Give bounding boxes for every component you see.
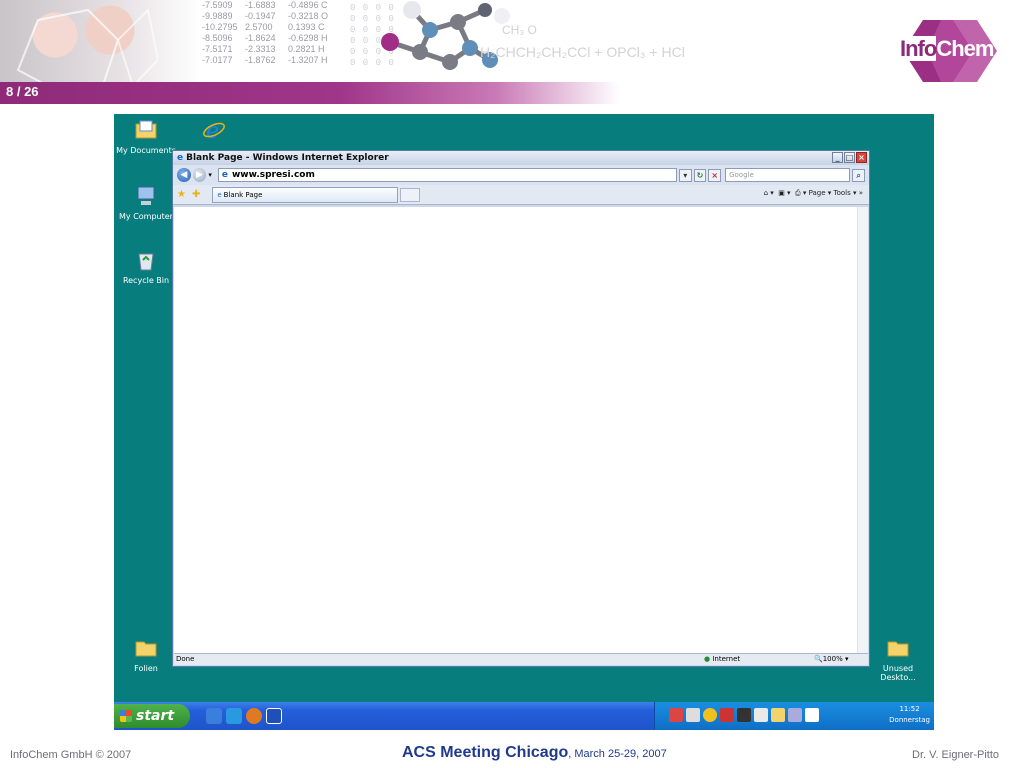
folder-documents-icon xyxy=(134,118,158,142)
history-dropdown-icon[interactable]: ▾ xyxy=(208,171,212,179)
desktop-icon-folien[interactable]: Folien xyxy=(114,636,178,673)
command-bar[interactable]: ⌂ ▾ ▣ ▾ ⎙ ▾ Page ▾ Tools ▾ » xyxy=(764,189,863,198)
address-dropdown-button[interactable]: ▾ xyxy=(678,168,692,182)
footer-event: ACS Meeting Chicago, March 25-29, 2007 xyxy=(402,744,667,761)
network-icon[interactable] xyxy=(669,708,683,722)
search-icon[interactable]: ⌕ xyxy=(852,168,865,182)
status-text: Done xyxy=(176,655,195,663)
status-bar: Done ● Internet 🔍100% ▾ xyxy=(174,653,868,665)
word-icon[interactable] xyxy=(266,708,282,724)
security-zone: ● Internet xyxy=(704,655,741,663)
maximize-button[interactable]: □ xyxy=(844,152,855,163)
speaker-icon[interactable] xyxy=(686,708,700,722)
quick-launch xyxy=(206,708,282,724)
taskbar: start 11:52 Donnerstag xyxy=(114,702,934,730)
close-button[interactable]: × xyxy=(856,152,867,163)
desktop-icon-my-documents[interactable]: My Documents xyxy=(114,118,178,155)
desktop-icon-my-computer[interactable]: My Computer xyxy=(114,184,178,221)
internet-explorer-icon: e xyxy=(202,118,226,144)
firefox-icon[interactable] xyxy=(246,708,262,724)
search-input[interactable]: Google xyxy=(725,168,851,182)
svg-text:e: e xyxy=(206,119,219,142)
title-bar[interactable]: e Blank Page - Windows Internet Explorer… xyxy=(173,151,869,165)
start-button[interactable]: start xyxy=(114,704,190,728)
system-tray: 11:52 Donnerstag xyxy=(654,702,934,730)
page-number: 8 / 26 xyxy=(6,84,39,99)
chemical-formula: CH₃ O H₂CHCH₂CH₂CCl + OPCl₃ + HCl xyxy=(480,23,685,60)
logo-text: InfoChem xyxy=(900,36,994,61)
monitor-icon[interactable] xyxy=(737,708,751,722)
hexagon-outline-graphic xyxy=(16,7,158,86)
zoom-level[interactable]: 🔍100% ▾ xyxy=(814,655,848,663)
ie-title-icon: e xyxy=(177,153,184,163)
footer-copyright: InfoChem GmbH © 2007 xyxy=(10,749,132,761)
back-button[interactable]: ◀ xyxy=(177,168,191,182)
page-icon: e xyxy=(221,170,228,180)
vertical-scrollbar[interactable] xyxy=(857,207,868,654)
show-desktop-icon[interactable] xyxy=(206,708,222,724)
internet-explorer-icon[interactable] xyxy=(226,708,242,724)
ie-window: e Blank Page - Windows Internet Explorer… xyxy=(172,150,870,667)
recycle-bin-icon xyxy=(134,248,158,272)
favorites-star-icon[interactable]: ★ xyxy=(177,189,186,200)
tab-page-icon: e xyxy=(217,190,222,199)
refresh-button[interactable]: ↻ xyxy=(693,168,707,182)
pen-icon[interactable] xyxy=(771,708,785,722)
signal-icon[interactable] xyxy=(805,708,819,722)
minimize-button[interactable]: _ xyxy=(832,152,843,163)
security-icon[interactable] xyxy=(703,708,717,722)
stop-button[interactable]: × xyxy=(708,168,722,182)
navigation-bar: ◀ ▶ ▾ e www.spresi.com ▾ ↻ × Google ⌕ xyxy=(173,165,869,185)
tab-bar: ★ ✚ e Blank Page ⌂ ▾ ▣ ▾ ⎙ ▾ Page ▾ Tool… xyxy=(173,185,869,205)
globe-icon: ● xyxy=(704,655,711,663)
footer-author: Dr. V. Eigner-Pitto xyxy=(912,749,1000,761)
banner-bar xyxy=(0,82,620,104)
windows-logo-icon xyxy=(120,710,132,722)
address-text: www.spresi.com xyxy=(231,170,315,180)
number-column-2: -1.6883 -0.1947 2.5700 -1.8624 -2.3313 -1.87… xyxy=(245,0,276,65)
number-column-3: -0.4896 C -0.3218 O 0.1393 C -0.6298 H 0.28… xyxy=(288,0,329,65)
number-column-1: -7.5909 -9.9889 -10.2795 -8.5096 -7.5171 -7.… xyxy=(202,0,238,65)
folder-icon xyxy=(134,636,158,660)
desktop-icon-internet-explorer[interactable]: e xyxy=(182,118,246,146)
add-favorites-icon[interactable]: ✚ xyxy=(192,189,200,200)
folder-icon xyxy=(886,636,910,660)
slide: -7.5909 -9.9889 -10.2795 -8.5096 -7.5171 -7.… xyxy=(0,0,1024,768)
address-bar[interactable]: e www.spresi.com xyxy=(217,168,677,182)
tab-blank-page[interactable]: e Blank Page xyxy=(212,186,399,203)
clock-app-icon[interactable] xyxy=(754,708,768,722)
desktop-icon-unused-desktop[interactable]: Unused Deskto... xyxy=(866,636,930,682)
new-tab-button[interactable] xyxy=(400,187,421,202)
header-banner: -7.5909 -9.9889 -10.2795 -8.5096 -7.5171 -7.… xyxy=(0,0,1024,104)
computer-icon xyxy=(134,184,158,208)
display-icon[interactable] xyxy=(788,708,802,722)
desktop-icon-recycle-bin[interactable]: Recycle Bin xyxy=(114,248,178,285)
clock[interactable]: 11:52 Donnerstag xyxy=(889,704,930,726)
page-content[interactable] xyxy=(174,207,858,654)
window-title: Blank Page - Windows Internet Explorer xyxy=(186,153,389,163)
forward-button[interactable]: ▶ xyxy=(192,168,207,182)
antivirus-icon[interactable] xyxy=(720,708,734,722)
